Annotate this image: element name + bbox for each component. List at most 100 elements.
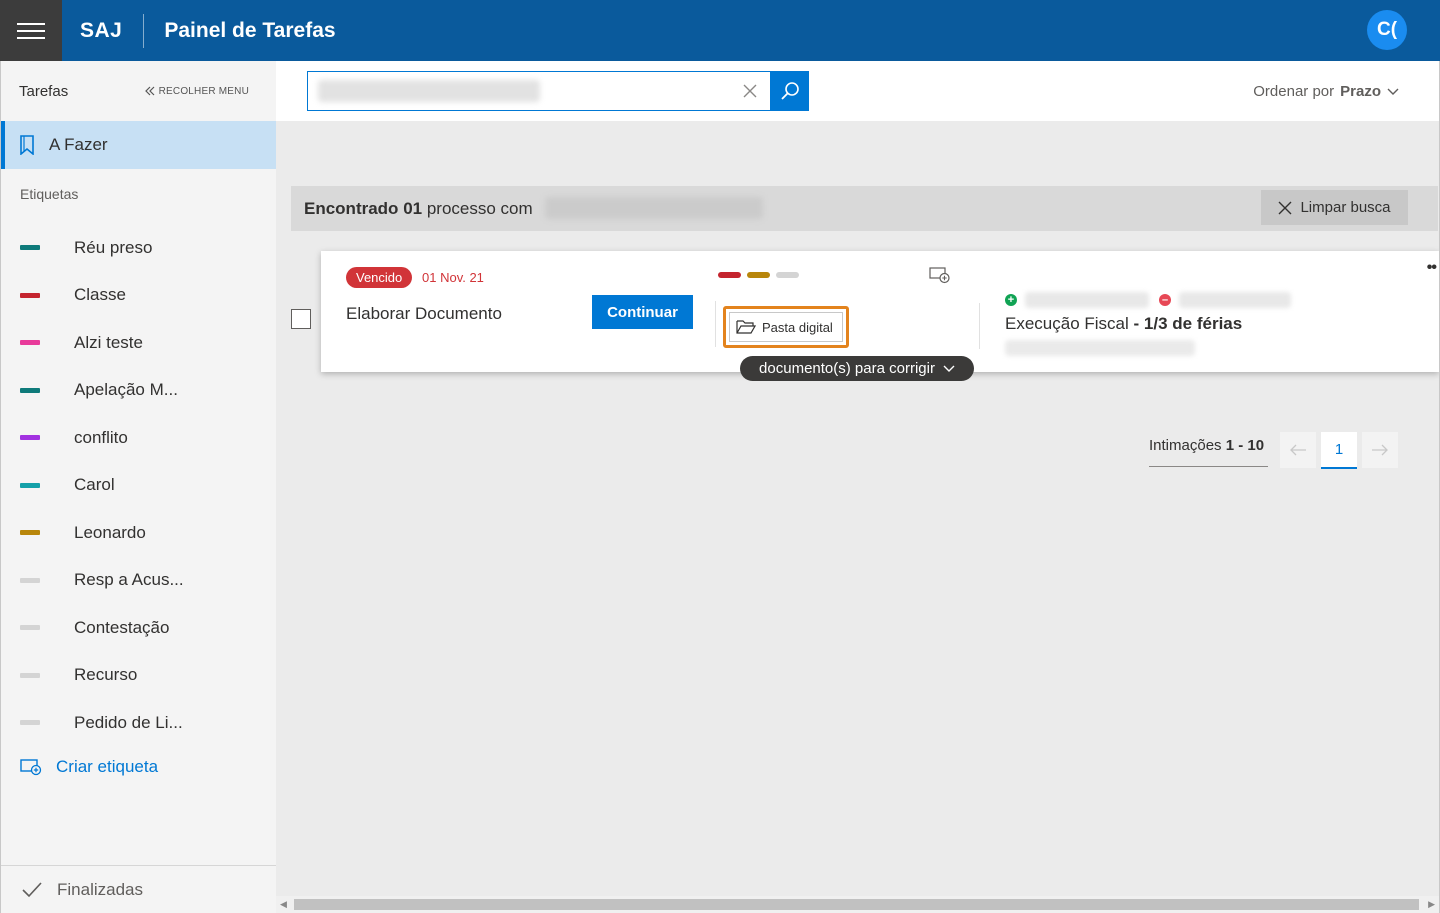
task-checkbox[interactable] [291,309,311,329]
sort-value: Prazo [1340,83,1381,100]
clear-search-button[interactable]: Limpar busca [1261,190,1408,225]
tag-name: Réu preso [74,237,153,257]
tags-section-title: Etiquetas [20,186,79,202]
create-tag-link[interactable]: Criar etiqueta [1,752,276,782]
tag-color-swatch [20,672,40,678]
search-input[interactable] [307,71,771,111]
task-tags[interactable] [718,272,799,278]
clear-search-icon[interactable] [740,81,760,101]
sidebar-tag-item[interactable]: Recurso [1,652,276,700]
page-button[interactable]: 1 [1321,432,1357,469]
sidebar-tag-item[interactable]: Resp a Acus... [1,557,276,605]
sidebar-item-label: Finalizadas [57,879,143,899]
sidebar-tag-item[interactable]: Pedido de Li... [1,699,276,747]
plus-circle-icon: + [1005,294,1017,306]
sidebar-tag-item[interactable]: Réu preso [1,224,276,272]
tag-color-swatch [20,292,40,298]
chevron-down-icon [943,365,955,372]
scroll-right-icon[interactable]: ▶ [1428,899,1435,910]
tag-color-swatch [20,625,40,631]
collapse-menu-label: RECOLHER MENU [158,85,249,97]
sidebar-item-todo[interactable]: A Fazer [1,121,276,169]
task-title: Elaborar Documento [346,304,502,323]
horizontal-scrollbar[interactable]: ◀ ▶ [276,896,1439,913]
search-icon [781,82,799,100]
folder-open-icon [736,320,756,334]
tag-color-swatch [20,530,40,536]
brand-logo[interactable]: SAJ [80,19,122,43]
sidebar: Tarefas RECOLHER MENU A Fazer Etiquetas … [0,61,276,913]
sidebar-tag-item[interactable]: Leonardo [1,509,276,557]
search-button[interactable] [771,71,809,111]
digital-folder-button[interactable]: Pasta digital [723,306,849,348]
sidebar-tag-item[interactable]: Apelação M... [1,367,276,415]
sort-dropdown[interactable]: Ordenar por Prazo [1253,83,1399,100]
previous-page-button[interactable] [1280,432,1316,468]
documents-to-correct-dropdown[interactable]: documento(s) para corrigir [740,356,974,381]
clear-search-label: Limpar busca [1300,199,1391,216]
page-title: Painel de Tarefas [164,18,336,42]
more-options-icon[interactable]: •• [1427,259,1437,277]
sidebar-tag-item[interactable]: Carol [1,462,276,510]
sidebar-tag-item[interactable]: Alzi teste [1,319,276,367]
task-tag-swatch [747,272,770,278]
sort-label: Ordenar por [1253,83,1335,100]
next-page-button[interactable] [1362,432,1398,468]
add-screen-icon[interactable] [929,266,951,284]
double-chevron-left-icon [144,86,155,96]
tag-name: Pedido de Li... [74,712,183,732]
process-class: Execução Fiscal - 1/3 de férias [1005,314,1243,333]
tag-name: Apelação M... [74,380,178,400]
process-class-name: Execução Fiscal [1005,314,1129,333]
sidebar-tag-item[interactable]: Classe [1,272,276,320]
create-tag-label: Criar etiqueta [56,756,159,776]
documents-to-correct-label: documento(s) para corrigir [759,360,935,377]
close-icon [1278,201,1292,214]
tag-name: Contestação [74,617,170,637]
digital-folder-inner: Pasta digital [729,312,843,342]
process-parties: + – [1005,292,1291,308]
digital-folder-label: Pasta digital [762,319,833,335]
tag-color-swatch [20,720,40,726]
process-number-redacted [1005,340,1195,356]
tag-name: Alzi teste [74,332,143,352]
results-summary: Encontrado 01 processo com [304,199,533,219]
tag-name: Recurso [74,665,138,685]
results-header: Encontrado 01 processo com Limpar busca [291,186,1438,231]
arrow-right-icon [1372,444,1388,456]
divider [979,303,980,349]
chevron-down-icon [1387,88,1399,95]
status-badge: Vencido [346,267,413,288]
tags-list: Réu preso Classe Alzi teste Apelação M... co… [1,224,276,747]
scroll-left-icon[interactable]: ◀ [280,899,287,910]
sidebar-tag-item[interactable]: conflito [1,414,276,462]
tag-color-swatch [20,387,40,393]
sidebar-item-label: A Fazer [49,135,108,154]
continue-button[interactable]: Continuar [592,295,693,329]
process-subject: 1/3 de férias [1143,314,1243,333]
user-avatar[interactable]: C( [1367,10,1407,50]
task-tag-swatch [776,272,799,278]
checkmark-icon [22,881,42,897]
collapse-menu-button[interactable]: RECOLHER MENU [144,85,249,97]
tag-color-swatch [20,245,40,251]
menu-toggle-button[interactable] [0,0,62,61]
due-date: 01 Nov. 21 [422,270,484,285]
tag-name: Classe [74,285,126,305]
top-bar: SAJ Painel de Tarefas C( [0,0,1440,61]
sidebar-tag-item[interactable]: Contestação [1,604,276,652]
scrollbar-thumb[interactable] [294,899,1419,910]
results-count: 01 [403,199,423,218]
sidebar-section-title: Tarefas [19,82,69,100]
search-value-redacted [318,80,540,102]
sidebar-header: Tarefas RECOLHER MENU [1,61,276,121]
results-found-label: Encontrado [304,199,399,218]
tag-name: Carol [74,475,115,495]
tag-color-swatch [20,482,40,488]
tag-name: conflito [74,427,128,447]
divider [715,301,716,347]
arrow-left-icon [1290,444,1306,456]
search-toolbar: Ordenar por Prazo [276,61,1439,121]
passive-party-redacted [1179,292,1291,308]
sidebar-item-finished[interactable]: Finalizadas [1,865,276,913]
